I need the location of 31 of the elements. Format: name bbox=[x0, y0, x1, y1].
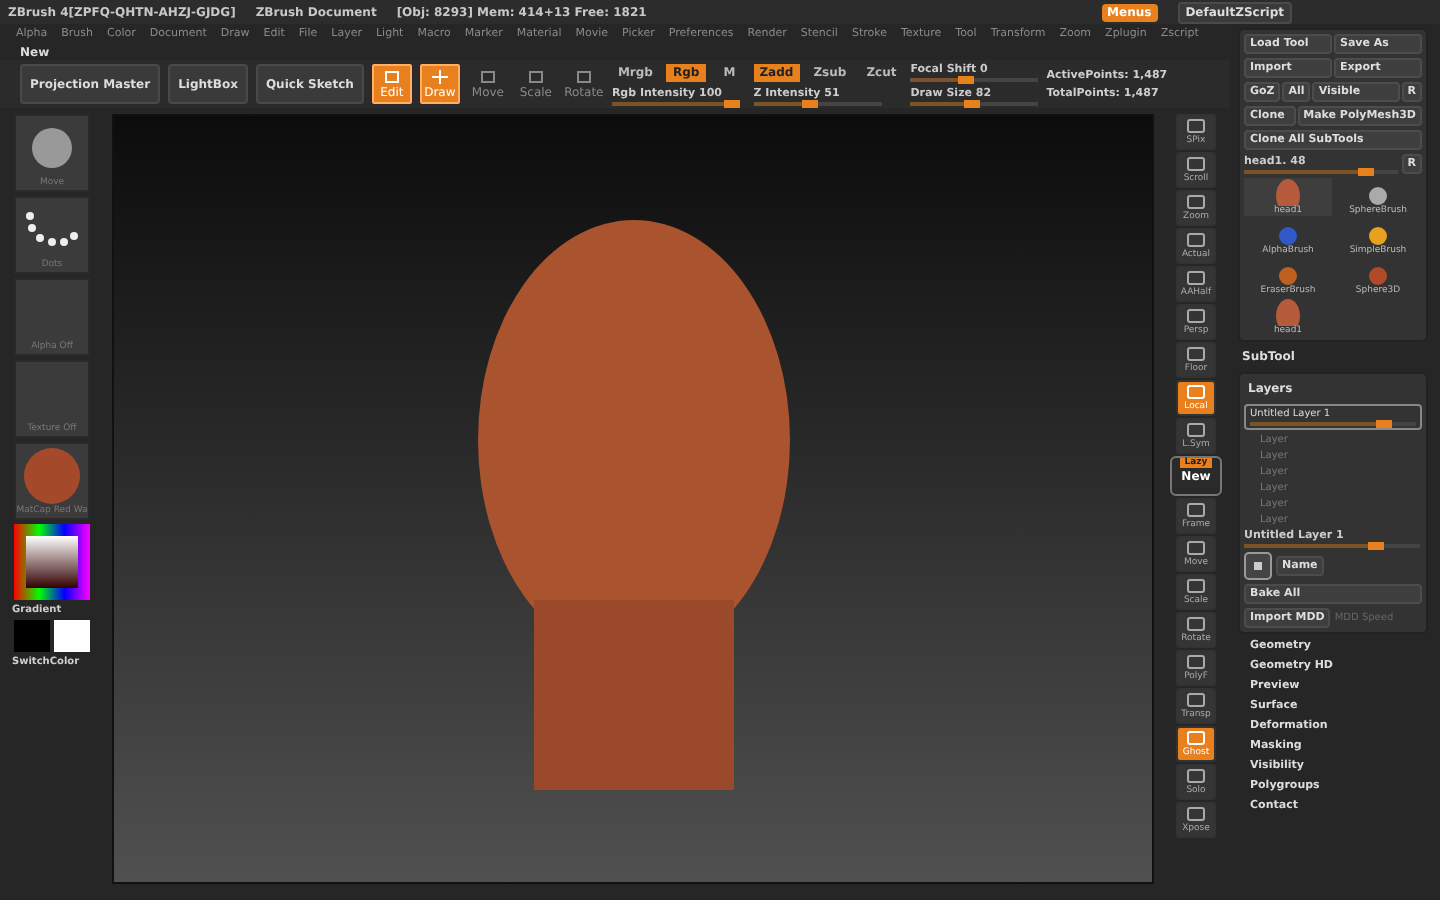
primary-color-swatch[interactable] bbox=[14, 620, 50, 652]
tool-icon bbox=[1186, 270, 1206, 286]
material-sphere-icon bbox=[22, 445, 82, 505]
head-icon bbox=[1274, 178, 1302, 206]
canvas-viewport[interactable] bbox=[112, 114, 1154, 884]
tool-icon bbox=[1186, 308, 1206, 324]
head-icon bbox=[1274, 298, 1302, 326]
tool-icon bbox=[1186, 616, 1206, 632]
tool-icon bbox=[1186, 540, 1206, 556]
dots-stroke-icon bbox=[24, 209, 80, 249]
crosshair-icon bbox=[431, 69, 448, 83]
tool-icon bbox=[1186, 232, 1206, 248]
tool-icon bbox=[1186, 806, 1206, 822]
sphere-icon bbox=[1368, 186, 1388, 206]
secondary-color-swatch[interactable] bbox=[54, 620, 90, 652]
tool-icon bbox=[1186, 692, 1206, 708]
tool-icon bbox=[1186, 118, 1206, 134]
tool-icon bbox=[1186, 730, 1206, 746]
sphere-brush-icon bbox=[28, 125, 76, 169]
tool-icon bbox=[1186, 654, 1206, 670]
tool-icon bbox=[1186, 346, 1206, 362]
tool-icon bbox=[1186, 768, 1206, 784]
sphere-icon bbox=[1368, 266, 1388, 286]
color-picker[interactable] bbox=[14, 524, 90, 600]
tool-icon bbox=[1186, 422, 1206, 438]
tool-icon bbox=[1186, 384, 1206, 400]
tool-icon bbox=[1186, 156, 1206, 172]
tool-icon bbox=[1186, 502, 1206, 518]
tool-icon bbox=[1186, 578, 1206, 594]
record-layer-icon[interactable] bbox=[1244, 552, 1272, 580]
tool-icon bbox=[1186, 194, 1206, 210]
